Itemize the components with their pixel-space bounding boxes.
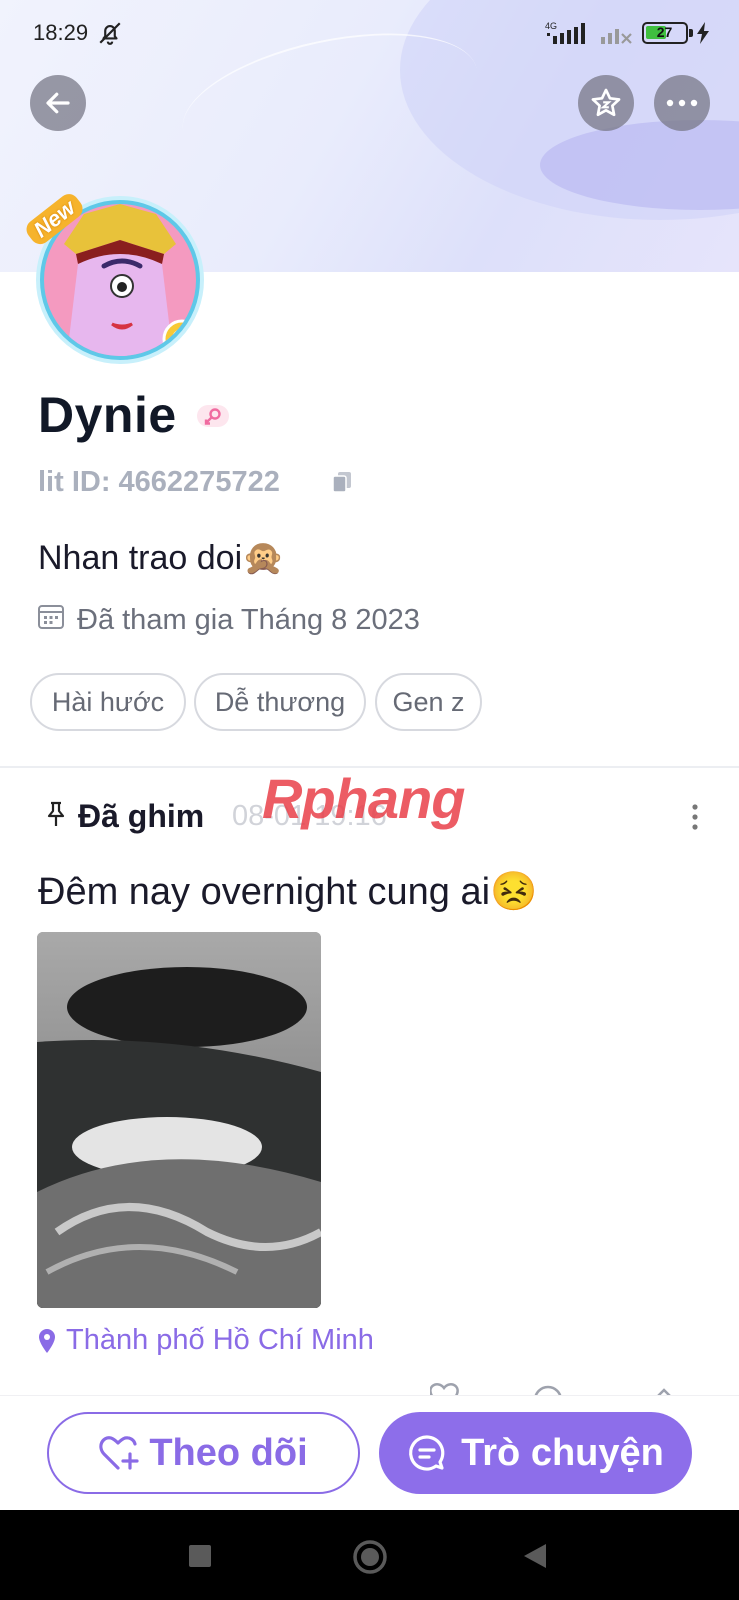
heart-plus-icon [99,1436,139,1470]
chat-label: Trò chuyện [461,1431,664,1474]
profile-bio: Nhan trao doi🙊 [38,539,285,577]
bell-off-icon [99,22,121,45]
battery-icon: 27 [642,22,688,44]
tag-gen-z[interactable]: Gen z [375,673,482,731]
post-location[interactable]: Thành phố Hồ Chí Minh [66,1324,374,1357]
location-pin-icon [39,1329,55,1353]
post-photo[interactable] [37,932,321,1308]
arrow-left-icon [46,92,70,114]
recents-icon[interactable] [189,1545,211,1567]
home-icon[interactable] [352,1539,388,1575]
avatar[interactable]: New [22,188,212,364]
follow-label: Theo dõi [149,1431,308,1474]
back-triangle-icon[interactable] [522,1542,548,1570]
avatar-image [44,204,196,356]
watermark-logo: Rphang [262,767,465,830]
lit-id: lit ID: 4662275722 [38,466,280,498]
signal-icon: 4G [545,21,585,44]
more-button[interactable] [654,75,710,131]
tag-de-thuong[interactable]: Dễ thương [194,673,366,731]
star-icon [591,88,621,117]
status-time: 18:29 [33,20,89,45]
post-menu-icon[interactable] [690,802,700,832]
tag-hai-huoc[interactable]: Hài hước [30,673,186,731]
favorite-button[interactable] [578,75,634,131]
signal-weak-icon [601,29,632,44]
chat-button[interactable]: Trò chuyện [379,1412,692,1494]
copy-icon[interactable] [331,470,353,494]
pinned-label: Đã ghim [78,798,205,834]
post-text: Đêm nay overnight cung ai😣 [38,871,538,913]
more-horizontal-icon [666,99,698,107]
svg-text:4G: 4G [545,21,557,31]
pin-icon [47,801,65,826]
female-icon [197,405,229,427]
calendar-icon [38,605,64,629]
joined-date: Đã tham gia Tháng 8 2023 [77,604,420,636]
profile-name: Dynie [38,387,177,443]
charging-icon [697,22,709,44]
follow-button[interactable]: Theo dõi [47,1412,360,1494]
back-button[interactable] [30,75,86,131]
status-bar: 18:29 4G 27 [0,0,739,68]
chat-bubble-icon [409,1435,445,1471]
